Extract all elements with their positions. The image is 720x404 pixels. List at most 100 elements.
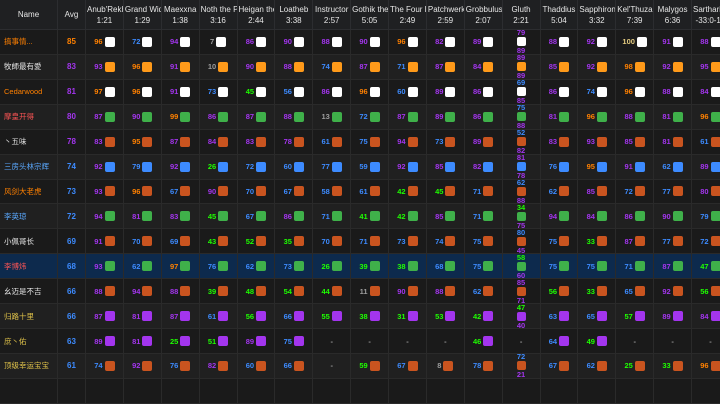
score-cell[interactable] (237, 378, 276, 404)
score-cell[interactable]: 60 (389, 79, 427, 105)
score-cell[interactable]: 33 (654, 353, 692, 379)
score-cell[interactable] (123, 378, 162, 404)
score-cell[interactable]: 35 (275, 229, 314, 255)
score-cell[interactable]: 88 (86, 279, 124, 305)
score-cell[interactable]: 45 (199, 204, 238, 230)
score-cell[interactable]: 72 (123, 30, 162, 55)
score-cell[interactable]: 71 (389, 54, 427, 80)
score-cell[interactable]: 47 (692, 254, 720, 280)
score-cell[interactable]: 89 (464, 129, 503, 155)
score-cell[interactable]: 52 82 (502, 129, 541, 155)
score-cell[interactable]: 80 45 (502, 229, 541, 255)
score-cell[interactable]: 87 (86, 304, 124, 330)
score-cell[interactable]: 75 (464, 254, 503, 280)
score-cell[interactable]: 42 (464, 304, 503, 330)
score-cell[interactable]: 73 (426, 129, 465, 155)
score-cell[interactable]: 88 (275, 54, 314, 80)
player-name[interactable]: 风剑大老虎 (0, 179, 58, 205)
player-name[interactable]: 三房头林宗辉 (0, 154, 58, 180)
column-header-boss[interactable]: Sapphiron 3:32 (578, 0, 617, 30)
score-cell[interactable]: 96 (123, 79, 162, 105)
score-cell[interactable]: 84 (199, 129, 238, 155)
score-cell[interactable]: 74 (86, 353, 124, 379)
score-cell[interactable]: 63 (540, 304, 579, 330)
score-cell[interactable]: 41 (351, 204, 389, 230)
score-cell[interactable]: 95 (578, 154, 617, 180)
score-cell[interactable]: 89 (426, 79, 465, 105)
score-cell[interactable]: 87 (86, 104, 124, 130)
score-cell[interactable]: 84 (692, 304, 720, 330)
score-cell[interactable]: 80 (692, 179, 720, 205)
score-cell[interactable]: 56 (275, 79, 314, 105)
player-name[interactable]: 丶五味 (0, 129, 58, 155)
score-cell[interactable]: 85 71 (502, 279, 541, 305)
player-name[interactable]: 牧師最有愛 (0, 54, 58, 80)
score-cell[interactable]: 74 (426, 229, 465, 255)
score-cell[interactable]: 75 (578, 254, 617, 280)
score-cell[interactable]: 39 (351, 254, 389, 280)
score-cell[interactable]: 81 (123, 204, 162, 230)
score-cell[interactable]: 98 (616, 54, 655, 80)
score-cell[interactable]: 88 (275, 104, 314, 130)
score-cell[interactable]: 49 (578, 329, 617, 354)
score-cell[interactable]: - (389, 329, 427, 354)
score-cell[interactable]: 94 (161, 30, 200, 55)
score-cell[interactable]: 90 (123, 104, 162, 130)
score-cell[interactable] (654, 378, 692, 404)
score-cell[interactable]: 82 (426, 30, 465, 55)
score-cell[interactable]: 59 (351, 353, 389, 379)
score-cell[interactable]: 96 (692, 353, 720, 379)
score-cell[interactable]: 82 (464, 154, 503, 180)
score-cell[interactable]: 66 (275, 353, 314, 379)
score-cell[interactable]: 86 (540, 79, 579, 105)
score-cell[interactable]: 88 (654, 79, 692, 105)
score-cell[interactable]: 76 (540, 154, 579, 180)
score-cell[interactable]: 72 (692, 229, 720, 255)
score-cell[interactable] (86, 378, 124, 404)
score-cell[interactable]: 62 (578, 353, 617, 379)
score-cell[interactable]: 57 (616, 304, 655, 330)
score-cell[interactable]: - (502, 329, 541, 354)
score-cell[interactable]: 34 75 (502, 204, 541, 230)
score-cell[interactable]: 71 (464, 204, 503, 230)
score-cell[interactable]: 96 (692, 104, 720, 130)
score-cell[interactable]: 86 (237, 30, 276, 55)
score-cell[interactable]: 38 (389, 254, 427, 280)
score-cell[interactable]: 65 (578, 304, 617, 330)
score-cell[interactable]: 84 (464, 54, 503, 80)
score-cell[interactable]: - (654, 329, 692, 354)
score-cell[interactable]: 61 (351, 179, 389, 205)
score-cell[interactable]: 87 (389, 104, 427, 130)
score-cell[interactable]: 86 (313, 79, 352, 105)
score-cell[interactable]: 90 (389, 279, 427, 305)
score-cell[interactable]: 86 (464, 104, 503, 130)
score-cell[interactable]: 90 (275, 30, 314, 55)
score-cell[interactable]: 96 (86, 30, 124, 55)
column-header-boss[interactable]: Heigan the Unclean 2:44 (237, 0, 276, 30)
score-cell[interactable]: 88 (313, 30, 352, 55)
score-cell[interactable]: 62 (540, 179, 579, 205)
column-header-boss[interactable]: Gothik the Harvester 5:05 (351, 0, 389, 30)
score-cell[interactable]: 81 (540, 104, 579, 130)
score-cell[interactable]: 53 (426, 304, 465, 330)
score-cell[interactable] (578, 378, 617, 404)
score-cell[interactable]: 25 (616, 353, 655, 379)
score-cell[interactable]: 44 (313, 279, 352, 305)
score-cell[interactable]: 61 (692, 129, 720, 155)
score-cell[interactable]: 85 (540, 54, 579, 80)
score-cell[interactable]: 71 (351, 229, 389, 255)
score-cell[interactable]: 85 (426, 154, 465, 180)
score-cell[interactable]: 25 (161, 329, 200, 354)
score-cell[interactable]: - (426, 329, 465, 354)
score-cell[interactable]: - (692, 329, 720, 354)
score-cell[interactable]: 89 (237, 329, 276, 354)
score-cell[interactable]: 88 (161, 279, 200, 305)
score-cell[interactable] (199, 378, 238, 404)
score-cell[interactable]: 61 (313, 129, 352, 155)
column-header-boss[interactable]: Patchwerk 2:59 (426, 0, 465, 30)
score-cell[interactable]: 62 (237, 254, 276, 280)
score-cell[interactable]: 79 89 (502, 30, 541, 55)
score-cell[interactable]: 67 (540, 353, 579, 379)
score-cell[interactable]: 72 (237, 154, 276, 180)
score-cell[interactable]: 78 (275, 129, 314, 155)
